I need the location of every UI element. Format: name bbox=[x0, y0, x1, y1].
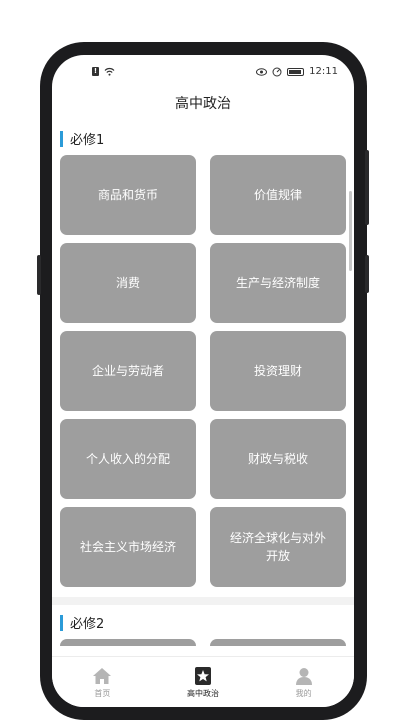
tab-bar: 首页 高中政治 我的 bbox=[52, 656, 354, 707]
status-bar: ! 12:11 bbox=[52, 55, 354, 89]
topic-card[interactable]: 消费 bbox=[60, 243, 196, 323]
topic-card[interactable]: 投资理财 bbox=[210, 331, 346, 411]
side-button bbox=[37, 255, 41, 295]
tab-mine[interactable]: 我的 bbox=[253, 657, 354, 707]
power-button bbox=[365, 255, 369, 293]
tab-label: 我的 bbox=[295, 689, 312, 698]
page-title: 高中政治 bbox=[175, 96, 231, 112]
screen: ! 12:11 高中政治 必修1 商品和货币 价值规律 消费 生产与经济制度 企… bbox=[52, 55, 354, 707]
topic-grid: 商品和货币 价值规律 消费 生产与经济制度 企业与劳动者 投资理财 个人收入的分… bbox=[52, 155, 354, 587]
content-area[interactable]: 必修1 商品和货币 价值规律 消费 生产与经济制度 企业与劳动者 投资理财 个人… bbox=[52, 121, 354, 646]
star-icon bbox=[195, 667, 211, 685]
wifi-icon bbox=[104, 67, 115, 76]
scrollbar[interactable] bbox=[349, 191, 352, 271]
topic-card[interactable]: 生产与经济制度 bbox=[210, 243, 346, 323]
user-icon bbox=[295, 668, 312, 685]
volume-button bbox=[365, 150, 369, 225]
topic-card[interactable]: 个人收入的分配 bbox=[60, 419, 196, 499]
section-accent-bar bbox=[60, 615, 63, 631]
gauge-icon bbox=[272, 67, 282, 76]
battery-icon bbox=[287, 67, 305, 76]
section-title: 必修1 bbox=[70, 133, 105, 148]
topic-card[interactable]: 企业与劳动者 bbox=[60, 331, 196, 411]
topic-card[interactable]: 社会主义市场经济 bbox=[60, 507, 196, 587]
tab-label: 首页 bbox=[94, 689, 111, 698]
topic-card[interactable]: 财政与税收 bbox=[210, 419, 346, 499]
tab-politics[interactable]: 高中政治 bbox=[153, 657, 254, 707]
home-icon bbox=[93, 668, 112, 684]
topic-card[interactable] bbox=[210, 639, 346, 646]
alert-icon: ! bbox=[92, 67, 99, 76]
tab-label: 高中政治 bbox=[187, 689, 219, 698]
section-title: 必修2 bbox=[70, 617, 105, 632]
section-bixiu2: 必修2 bbox=[52, 605, 354, 646]
section-bixiu1: 必修1 商品和货币 价值规律 消费 生产与经济制度 企业与劳动者 投资理财 个人… bbox=[52, 121, 354, 597]
status-time: 12:11 bbox=[309, 66, 338, 77]
topic-card[interactable] bbox=[60, 639, 196, 646]
section-header: 必修1 bbox=[52, 121, 354, 155]
section-accent-bar bbox=[60, 131, 63, 147]
topic-card[interactable]: 经济全球化与对外开放 bbox=[210, 507, 346, 587]
eye-icon bbox=[256, 67, 268, 76]
section-header: 必修2 bbox=[52, 605, 354, 639]
topic-card[interactable]: 价值规律 bbox=[210, 155, 346, 235]
topic-grid bbox=[52, 639, 354, 646]
topic-card[interactable]: 商品和货币 bbox=[60, 155, 196, 235]
tab-home[interactable]: 首页 bbox=[52, 657, 153, 707]
